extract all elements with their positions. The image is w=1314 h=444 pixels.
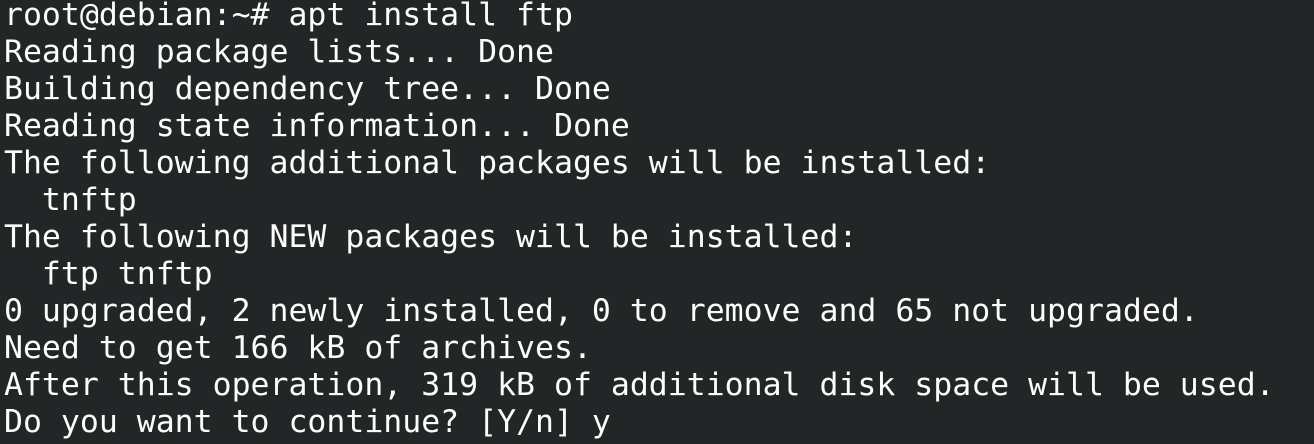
output-line: 0 upgraded, 2 newly installed, 0 to remo… — [4, 293, 1199, 329]
output-line: Reading state information... Done — [4, 108, 630, 144]
prompt-command-line: root@debian:~# apt install ftp — [4, 0, 573, 33]
output-line: The following additional packages will b… — [4, 145, 991, 181]
output-line: Building dependency tree... Done — [4, 71, 611, 107]
output-line: The following NEW packages will be insta… — [4, 219, 858, 255]
output-line: tnftp — [4, 182, 137, 218]
output-line: ftp tnftp — [4, 256, 213, 292]
output-line: Reading package lists... Done — [4, 34, 554, 70]
continue-prompt-line[interactable]: Do you want to continue? [Y/n] y — [4, 404, 1314, 441]
output-line: Need to get 166 kB of archives. — [4, 330, 592, 366]
terminal-window[interactable]: root@debian:~# apt install ftp Reading p… — [0, 0, 1314, 444]
output-line: After this operation, 319 kB of addition… — [4, 367, 1275, 403]
